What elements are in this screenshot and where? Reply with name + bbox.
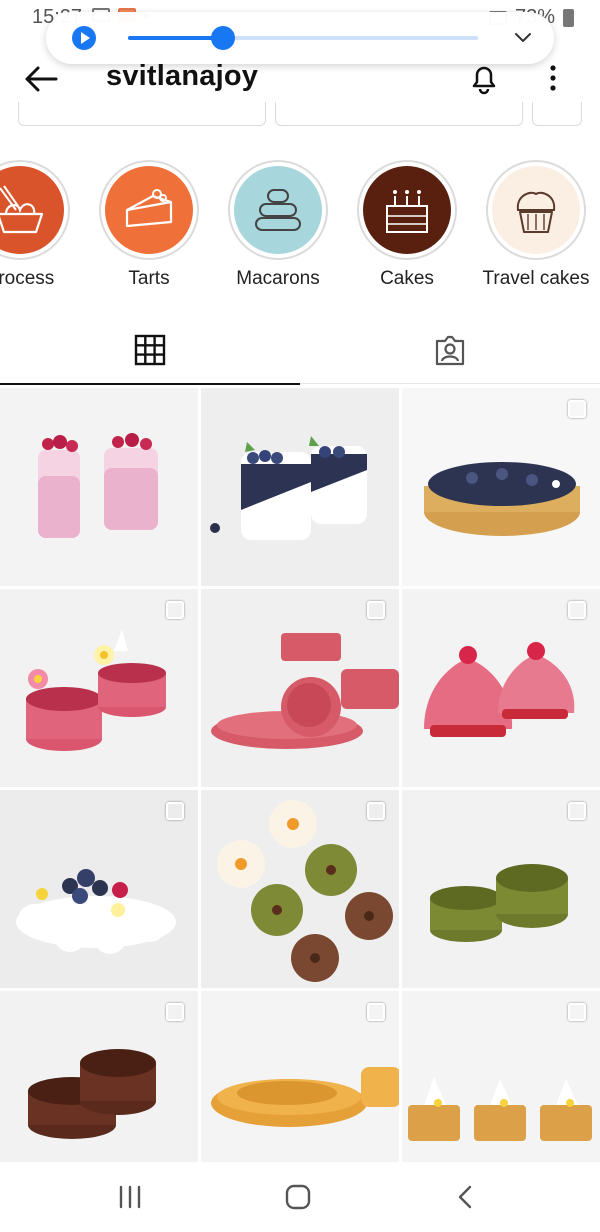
tab-posts[interactable] xyxy=(0,320,300,385)
post-thumbnail[interactable] xyxy=(201,790,399,988)
post-thumbnail[interactable] xyxy=(0,991,198,1189)
highlight-macarons-cover xyxy=(234,166,322,254)
raspberry-mousse-glasses-photo xyxy=(0,388,198,586)
multi-post-indicator xyxy=(568,601,586,619)
suggested-button[interactable] xyxy=(532,102,582,126)
media-seek-bar[interactable] xyxy=(128,26,478,50)
profile-tabs xyxy=(0,320,600,385)
highlight-tarts-cover xyxy=(105,166,193,254)
post-thumbnail[interactable] xyxy=(402,388,600,586)
chevron-down-icon[interactable] xyxy=(512,26,534,48)
media-progress-fill xyxy=(128,36,223,40)
multi-post-indicator xyxy=(568,802,586,820)
highlight-travel-cakes-cover xyxy=(492,166,580,254)
post-thumbnail[interactable] xyxy=(201,991,399,1189)
play-icon[interactable] xyxy=(72,26,96,50)
system-navigation-bar xyxy=(0,1162,600,1232)
back-arrow-icon[interactable] xyxy=(22,62,62,96)
muffin-icon xyxy=(516,191,556,233)
highlight-process-cover xyxy=(0,166,64,254)
multi-post-indicator xyxy=(367,601,385,619)
post-thumbnail[interactable] xyxy=(0,790,198,988)
multi-post-indicator xyxy=(568,1003,586,1021)
multi-post-indicator xyxy=(367,1003,385,1021)
post-thumbnail[interactable] xyxy=(402,790,600,988)
blueberry-panna-cotta-photo xyxy=(201,388,399,586)
profile-action-buttons xyxy=(0,102,600,130)
profile-username: svitlanajoy xyxy=(106,60,259,92)
battery-icon xyxy=(563,8,574,27)
message-button[interactable] xyxy=(275,102,523,126)
instagram-profile-screen: 15:27 73% svitlanajoy xyxy=(0,0,600,1232)
birthday-cake-icon xyxy=(386,190,428,233)
bell-icon[interactable] xyxy=(466,60,502,96)
highlight-label: Travel cakes xyxy=(482,268,590,289)
post-thumbnail[interactable] xyxy=(0,388,198,586)
back-icon[interactable] xyxy=(444,1182,488,1212)
multi-post-indicator xyxy=(166,1003,184,1021)
multi-post-indicator xyxy=(568,400,586,418)
macaron-stack-icon xyxy=(255,189,301,231)
media-seek-thumb[interactable] xyxy=(210,26,235,50)
post-thumbnail[interactable] xyxy=(402,589,600,787)
tart-slice-icon xyxy=(125,189,173,228)
tagged-person-icon xyxy=(435,335,465,366)
post-thumbnail[interactable] xyxy=(201,589,399,787)
post-thumbnail[interactable] xyxy=(402,991,600,1189)
post-thumbnail[interactable] xyxy=(201,388,399,586)
whisk-bowl-icon xyxy=(0,185,44,234)
post-thumbnail[interactable] xyxy=(0,589,198,787)
more-options-icon[interactable] xyxy=(540,60,566,96)
multi-post-indicator xyxy=(166,802,184,820)
recent-apps-icon[interactable] xyxy=(108,1182,152,1212)
multi-post-indicator xyxy=(367,802,385,820)
highlight-cakes-cover xyxy=(363,166,451,254)
home-icon[interactable] xyxy=(276,1182,320,1212)
tab-tagged[interactable] xyxy=(300,320,600,384)
follow-button[interactable] xyxy=(18,102,266,126)
story-highlights: Process Tarts xyxy=(0,160,600,300)
multi-post-indicator xyxy=(166,601,184,619)
posts-grid xyxy=(0,388,600,1189)
grid-icon xyxy=(134,334,166,366)
